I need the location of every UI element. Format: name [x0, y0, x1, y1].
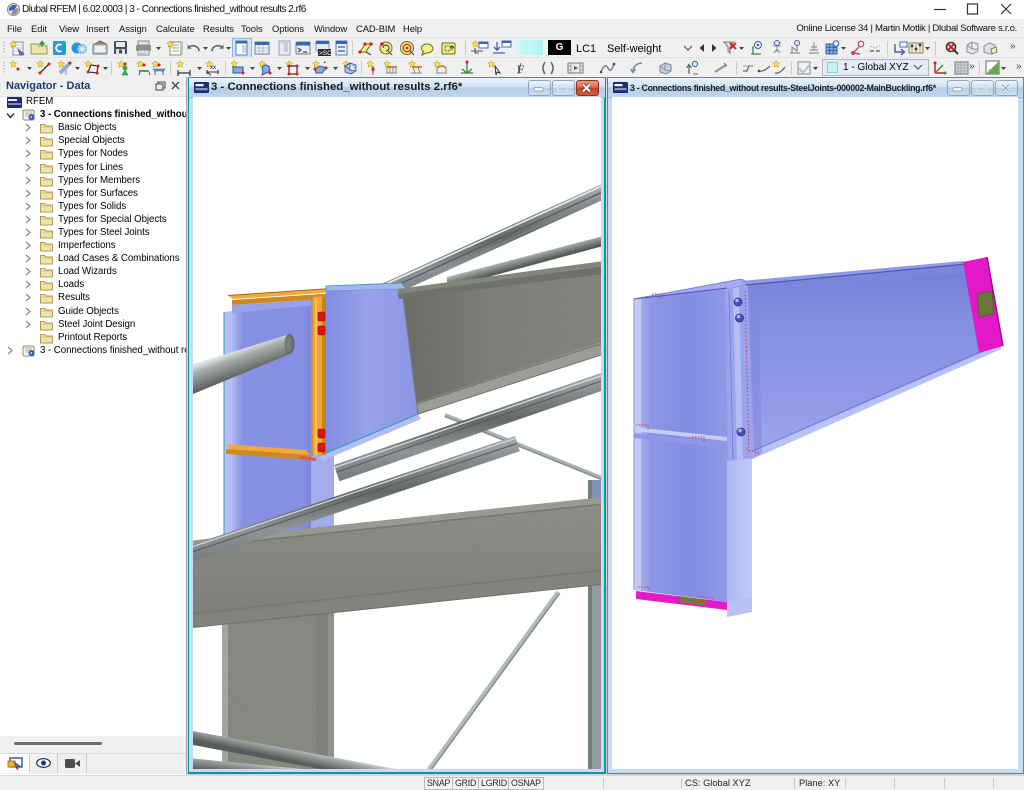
svg-text:>SC: >SC [319, 50, 332, 56]
svg-text:I: I [65, 70, 67, 76]
svg-text:xx: xx [210, 65, 216, 71]
